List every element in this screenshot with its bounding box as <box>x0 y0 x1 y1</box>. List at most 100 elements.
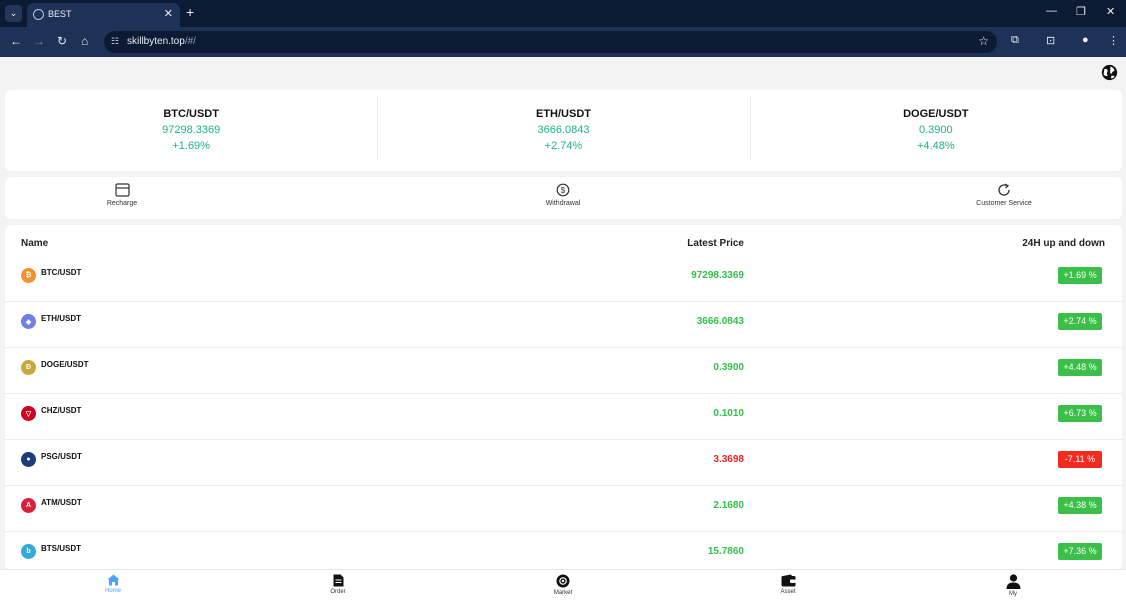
forward-icon[interactable]: → <box>33 34 45 48</box>
bitcoin-icon: ₿ <box>21 268 36 283</box>
market-row[interactable]: Đ DOGE/USDT 0.3900 +4.48 % <box>5 348 1122 394</box>
back-icon[interactable]: ← <box>10 34 22 48</box>
profile-icon[interactable]: ● <box>1082 34 1089 46</box>
ticker-price: 3666.0843 <box>537 124 590 136</box>
bottom-nav: Home Order Market Asset My <box>0 569 1126 602</box>
change-badge: -7.11 % <box>1058 451 1102 468</box>
bitshares-icon: b <box>21 544 36 559</box>
nav-label: Home <box>104 588 121 594</box>
pair-name: DOGE/USDT <box>41 360 89 369</box>
dogecoin-icon: Đ <box>21 360 36 375</box>
nav-order[interactable]: Order <box>298 574 378 595</box>
market-row[interactable]: A ATM/USDT 2.1680 +4.38 % <box>5 486 1122 532</box>
bookmark-star-icon[interactable]: ☆ <box>978 34 989 48</box>
pair-name: CHZ/USDT <box>41 406 82 415</box>
globe-icon <box>33 9 44 20</box>
change-column-header: 24H up and down <box>1022 238 1105 249</box>
document-icon <box>333 574 343 587</box>
market-row[interactable]: ● PSG/USDT 3.3698 -7.11 % <box>5 440 1122 486</box>
change-badge: +6.73 % <box>1058 405 1102 422</box>
nav-label: Market <box>553 590 573 596</box>
ticker-card: BTC/USDT 97298.3369 +1.69% ETH/USDT 3666… <box>5 90 1122 171</box>
browser-toolbar: ← → ↻ ⌂ ☷ skillbyten.top/#/ ☆ ⧉ ⊡ ● ⋮ <box>0 27 1126 57</box>
ticker-symbol: DOGE/USDT <box>903 108 969 120</box>
more-menu-icon[interactable]: ⋮ <box>1108 34 1119 47</box>
home-icon[interactable]: ⌂ <box>81 34 88 48</box>
market-row[interactable]: b BTS/USDT 15.7860 +7.36 % <box>5 532 1122 570</box>
pair-name: PSG/USDT <box>41 452 82 461</box>
psg-icon: ● <box>21 452 36 467</box>
extensions-icon[interactable]: ⧉ <box>1011 34 1019 47</box>
nav-label: Order <box>330 589 346 595</box>
pair-name: ATM/USDT <box>41 498 82 507</box>
recharge-button[interactable]: Recharge <box>62 183 182 207</box>
nav-home[interactable]: Home <box>73 574 153 594</box>
nav-label: Asset <box>780 589 796 595</box>
browser-tab-strip: ⌄ BEST ✕ + — ❐ ✕ <box>0 0 1126 27</box>
tab-search-button[interactable]: ⌄ <box>5 5 22 22</box>
ethereum-icon: ◆ <box>21 314 36 329</box>
minimize-icon[interactable]: — <box>1046 5 1057 17</box>
atletico-icon: A <box>21 498 36 513</box>
globe-language-icon[interactable] <box>1101 64 1118 81</box>
market-icon <box>556 574 570 588</box>
market-row[interactable]: ₿ BTC/USDT 97298.3369 +1.69 % <box>5 256 1122 302</box>
latest-price: 0.3900 <box>713 362 744 373</box>
close-icon[interactable]: ✕ <box>164 7 173 20</box>
change-badge: +7.36 % <box>1058 543 1102 560</box>
page: BTC/USDT 97298.3369 +1.69% ETH/USDT 3666… <box>0 57 1126 602</box>
ticker-doge[interactable]: DOGE/USDT 0.3900 +4.48% <box>749 90 1122 171</box>
site-info-icon[interactable]: ☷ <box>111 36 119 47</box>
reload-icon[interactable]: ↻ <box>57 34 67 48</box>
latest-price: 3.3698 <box>713 454 744 465</box>
ticker-change: +4.48% <box>917 140 955 152</box>
change-badge: +2.74 % <box>1058 313 1102 330</box>
pair-name: ETH/USDT <box>41 314 81 323</box>
nav-label: My <box>1009 591 1017 597</box>
svg-text:$: $ <box>561 186 566 195</box>
market-row[interactable]: ◆ ETH/USDT 3666.0843 +2.74 % <box>5 302 1122 348</box>
nav-my[interactable]: My <box>973 574 1053 597</box>
refresh-support-icon <box>998 183 1010 196</box>
url-text[interactable]: skillbyten.top/#/ <box>127 36 196 47</box>
home-icon <box>107 574 119 586</box>
pair-name: BTC/USDT <box>41 268 82 277</box>
wallet-icon <box>781 574 795 587</box>
screenshot-icon[interactable]: ⊡ <box>1046 34 1055 47</box>
close-window-icon[interactable]: ✕ <box>1106 5 1115 18</box>
market-row[interactable]: ▽ CHZ/USDT 0.1010 +6.73 % <box>5 394 1122 440</box>
user-icon <box>1006 574 1020 589</box>
name-column-header: Name <box>21 238 49 249</box>
latest-price: 2.1680 <box>713 500 744 511</box>
nav-asset[interactable]: Asset <box>748 574 828 595</box>
chiliz-icon: ▽ <box>21 406 36 421</box>
withdrawal-button[interactable]: $ Withdrawal <box>503 183 623 207</box>
latest-price: 3666.0843 <box>696 316 744 327</box>
withdrawal-icon: $ <box>556 183 570 197</box>
latest-price: 97298.3369 <box>691 270 744 281</box>
latest-price: 0.1010 <box>713 408 744 419</box>
ticker-eth[interactable]: ETH/USDT 3666.0843 +2.74% <box>377 90 749 171</box>
quick-actions: Recharge $ Withdrawal Customer Service <box>5 177 1122 219</box>
restore-icon[interactable]: ❐ <box>1076 5 1086 18</box>
ticker-btc[interactable]: BTC/USDT 97298.3369 +1.69% <box>5 90 377 171</box>
customer-service-label: Customer Service <box>976 200 1032 207</box>
ticker-price: 0.3900 <box>918 124 953 136</box>
new-tab-button[interactable]: + <box>186 4 194 20</box>
ticker-change: +1.69% <box>172 140 210 152</box>
customer-service-button[interactable]: Customer Service <box>944 183 1064 207</box>
ticker-symbol: ETH/USDT <box>535 108 591 120</box>
withdrawal-label: Withdrawal <box>545 200 581 207</box>
market-list: Name Latest Price 24H up and down ₿ BTC/U… <box>5 225 1122 570</box>
latest-price: 15.7860 <box>707 546 744 557</box>
change-badge: +4.48 % <box>1058 359 1102 376</box>
change-badge: +1.69 % <box>1058 267 1102 284</box>
nav-market[interactable]: Market <box>523 574 603 596</box>
ticker-symbol: BTC/USDT <box>163 108 219 120</box>
recharge-icon <box>114 183 130 197</box>
latest-price-column-header: Latest Price <box>687 238 744 249</box>
browser-tab[interactable]: BEST ✕ <box>27 3 180 27</box>
change-badge: +4.38 % <box>1058 497 1102 514</box>
ticker-price: 97298.3369 <box>162 124 221 136</box>
address-bar[interactable]: ☷ skillbyten.top/#/ ☆ <box>104 31 997 53</box>
